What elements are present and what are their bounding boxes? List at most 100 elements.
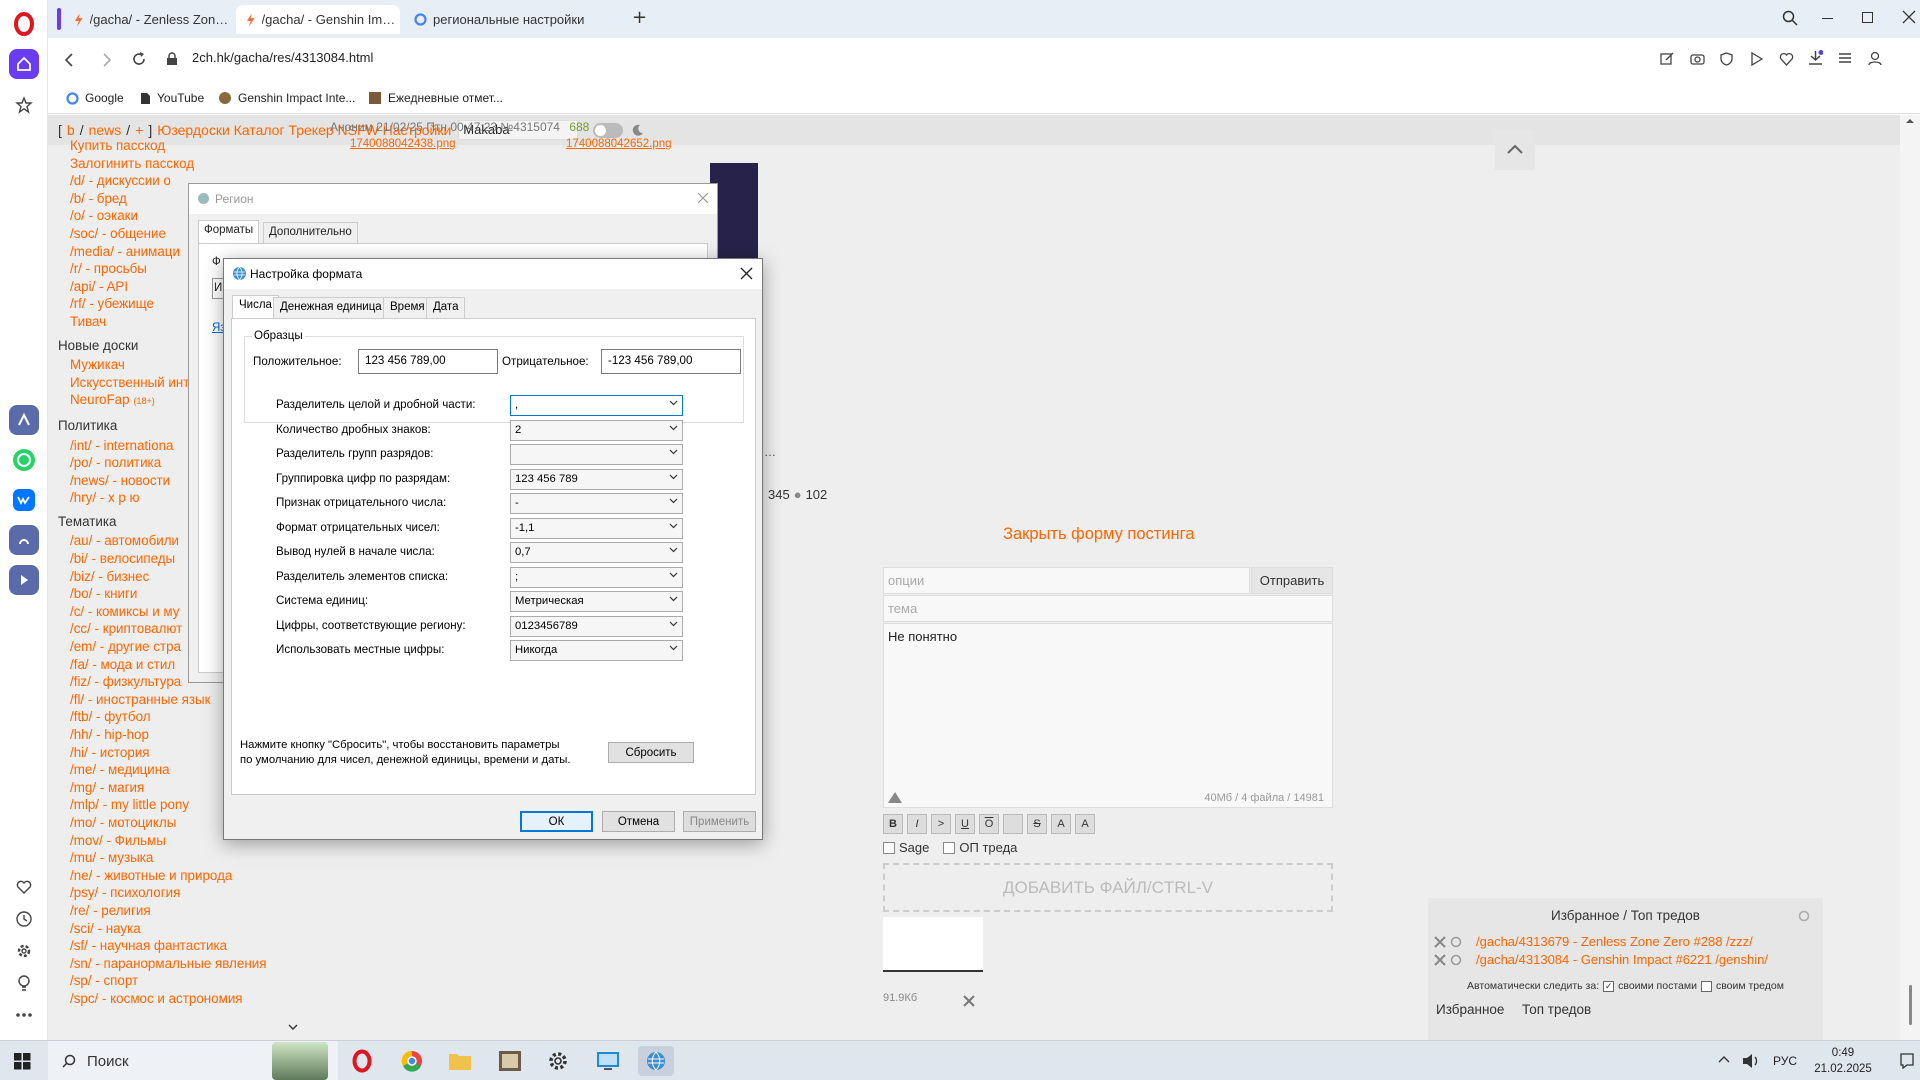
- aria-icon[interactable]: [9, 405, 39, 435]
- opera-taskbar-icon[interactable]: [344, 1046, 380, 1076]
- settings-gear-icon[interactable]: [9, 936, 39, 966]
- format-button[interactable]: [1003, 814, 1023, 834]
- own-thread-checkbox[interactable]: [1700, 980, 1712, 992]
- tab-regional[interactable]: региональные настройки: [404, 5, 624, 34]
- fav-tab-top[interactable]: Топ тредов: [1522, 1002, 1591, 1017]
- lock-icon[interactable]: [166, 52, 178, 66]
- more-icon[interactable]: [9, 1000, 39, 1030]
- fav-thread-link[interactable]: /gacha/4313084 - Genshin Impact #6221 /g…: [1476, 952, 1768, 967]
- setting-combo[interactable]: 2: [510, 419, 683, 441]
- add-file-dropzone[interactable]: ДОБАВИТЬ ФАЙЛ/CTRL-V: [883, 863, 1333, 912]
- board-link[interactable]: /spc/ - космос и астрономия: [58, 990, 278, 1008]
- board-link[interactable]: /sf/ - научная фантастика: [58, 937, 278, 955]
- sage-checkbox[interactable]: [883, 841, 895, 854]
- fav-tab-favorites[interactable]: Избранное: [1436, 1002, 1504, 1017]
- search-tabs-icon[interactable]: [1782, 10, 1798, 26]
- format-button[interactable]: B: [883, 814, 903, 834]
- nav-link-plus[interactable]: +: [135, 122, 143, 138]
- remove-fav-icon[interactable]: [1434, 954, 1446, 966]
- bookmark-genshin[interactable]: Genshin Impact Inte...: [218, 91, 355, 105]
- close-window-icon[interactable]: [1902, 10, 1916, 24]
- attached-thumbnail[interactable]: [883, 917, 983, 972]
- region-taskbar-icon[interactable]: [638, 1046, 674, 1076]
- board-link[interactable]: /psy/ - психология: [58, 884, 278, 902]
- page-scrollbar[interactable]: [1900, 115, 1920, 1040]
- setting-combo[interactable]: 123 456 789: [510, 468, 683, 490]
- board-link[interactable]: Залогинить пасскод: [58, 155, 278, 173]
- explorer-taskbar-icon[interactable]: [442, 1046, 478, 1076]
- play-icon[interactable]: [1750, 52, 1763, 66]
- setting-combo[interactable]: Метрическая: [510, 591, 683, 612]
- format-close-icon[interactable]: [740, 267, 753, 280]
- send-button[interactable]: Отправить: [1251, 567, 1333, 594]
- adblock-shield-icon[interactable]: [1720, 52, 1733, 66]
- board-link[interactable]: /sn/ - паранормальные явления: [58, 955, 278, 973]
- settings-taskbar-icon[interactable]: [540, 1046, 576, 1076]
- board-list-scroll-icon[interactable]: [288, 1024, 298, 1030]
- volume-icon[interactable]: [1742, 1053, 1760, 1069]
- home-icon[interactable]: [9, 49, 39, 79]
- subject-input[interactable]: тема: [883, 595, 1333, 622]
- heart-icon[interactable]: [1779, 52, 1794, 66]
- setting-combo[interactable]: ;: [510, 566, 683, 588]
- fav-thread-link[interactable]: /gacha/4313679 - Zenless Zone Zero #288 …: [1476, 934, 1753, 949]
- bulb-icon[interactable]: [9, 968, 39, 998]
- region-close-icon[interactable]: [697, 192, 709, 204]
- tray-chevron-icon[interactable]: [1718, 1055, 1730, 1063]
- board-link[interactable]: /sci/ - наука: [58, 920, 278, 938]
- new-tab-button[interactable]: +: [632, 9, 647, 27]
- ok-button[interactable]: ОК: [520, 811, 593, 832]
- setting-combo[interactable]: 0123456789: [510, 615, 683, 637]
- tab-genshin[interactable]: /gacha/ - Genshin Impact: [236, 5, 400, 34]
- format-button[interactable]: A: [1051, 814, 1071, 834]
- format-button[interactable]: I: [907, 814, 927, 834]
- reload-icon[interactable]: [132, 52, 146, 66]
- options-input[interactable]: опции: [883, 567, 1250, 594]
- taskbar-search[interactable]: Поиск: [48, 1041, 338, 1080]
- format-button[interactable]: >: [931, 814, 951, 834]
- tab-time[interactable]: Время: [383, 297, 432, 318]
- setting-combo[interactable]: Никогда: [510, 640, 683, 661]
- clock[interactable]: 0:49 21.02.2025: [1803, 1045, 1883, 1077]
- file-link-2[interactable]: 1740088042652.png: [566, 138, 672, 150]
- board-link[interactable]: Купить пасскод: [58, 137, 278, 155]
- back-icon[interactable]: [64, 53, 74, 67]
- op-checkbox[interactable]: [943, 841, 956, 854]
- tab-numbers[interactable]: Числа: [232, 295, 279, 319]
- input-language[interactable]: РУС: [1773, 1054, 1797, 1068]
- maximize-icon[interactable]: [1862, 12, 1873, 23]
- format-button[interactable]: S: [1027, 814, 1047, 834]
- post-more-dots[interactable]: …: [764, 445, 776, 459]
- download-icon[interactable]: [1808, 50, 1823, 66]
- reply-count[interactable]: 688: [569, 120, 589, 134]
- board-link[interactable]: /re/ - религия: [58, 902, 278, 920]
- captcha-icon[interactable]: [887, 790, 903, 804]
- windows-start-icon[interactable]: [14, 1053, 31, 1070]
- nav-link-news[interactable]: news: [89, 122, 122, 138]
- whatsapp-icon[interactable]: [9, 445, 39, 475]
- snapshot-edit-icon[interactable]: [1660, 52, 1674, 66]
- camera-icon[interactable]: [1690, 52, 1705, 65]
- scroll-up-button[interactable]: [1495, 130, 1535, 170]
- menu-icon[interactable]: [1838, 52, 1852, 64]
- setting-combo[interactable]: -: [510, 493, 683, 514]
- url-input[interactable]: 2ch.hk/gacha/res/4313084.html: [192, 50, 373, 65]
- opera-logo-icon[interactable]: [13, 12, 35, 36]
- bookmark-daily[interactable]: Ежедневные отмет...: [368, 91, 503, 105]
- player-icon[interactable]: [9, 565, 39, 595]
- setting-combo[interactable]: -1,1: [510, 517, 683, 539]
- remove-file-icon[interactable]: [963, 995, 975, 1007]
- notification-icon[interactable]: [1900, 1053, 1914, 1069]
- format-button[interactable]: U: [955, 814, 975, 834]
- remove-fav-icon[interactable]: [1434, 936, 1446, 948]
- board-link[interactable]: /sp/ - спорт: [58, 972, 278, 990]
- refresh-fav-icon[interactable]: [1450, 954, 1462, 966]
- tab-zenless[interactable]: /gacha/ - Zenless Zone Ze: [64, 5, 234, 34]
- setting-combo[interactable]: ,: [510, 395, 683, 416]
- heart-icon[interactable]: [9, 872, 39, 902]
- history-icon[interactable]: [9, 904, 39, 934]
- reset-button[interactable]: Сбросить: [608, 742, 694, 763]
- setting-combo[interactable]: 0,7: [510, 542, 683, 563]
- refresh-icon[interactable]: [1798, 910, 1810, 922]
- refresh-fav-icon[interactable]: [1450, 936, 1462, 948]
